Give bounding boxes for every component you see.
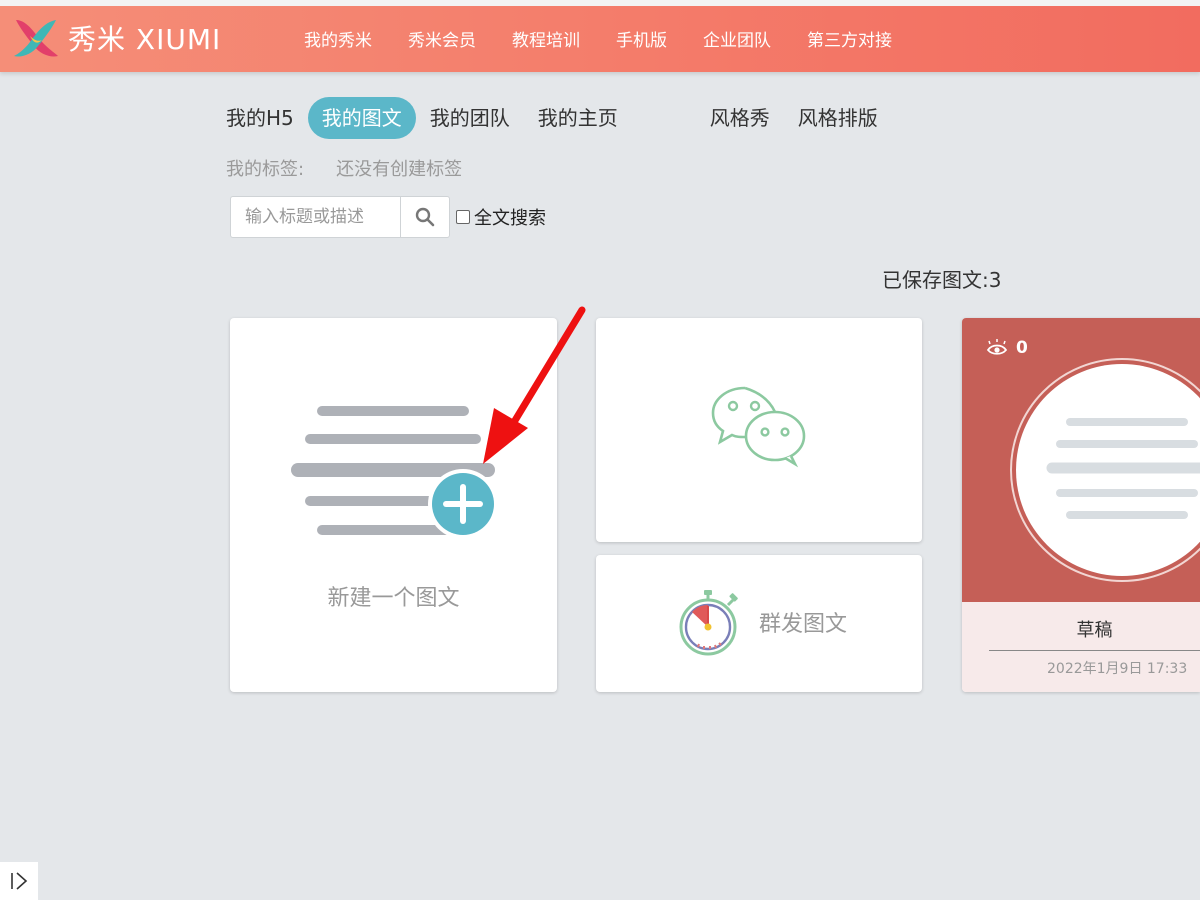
draft-title: 草稿 [989,616,1200,651]
search-button[interactable] [400,196,450,238]
draft-cover-icon [1010,358,1200,582]
draft-info: 草稿 2022年1月9日 17:33 [962,602,1200,692]
tab-style-layout[interactable]: 风格排版 [784,97,892,139]
wechat-card[interactable] [596,318,922,542]
nav-enterprise[interactable]: 企业团队 [703,26,771,51]
fulltext-label: 全文搜索 [474,208,546,229]
draft-cover: 0 [962,318,1200,602]
content-tabs: 我的H5 我的图文 我的团队 我的主页 风格秀 风格排版 [226,97,892,139]
search-icon [415,207,435,227]
search-bar: 全文搜索 [230,196,546,238]
nav-my-xiumi[interactable]: 我的秀米 [304,26,372,51]
sidebar-toggle-button[interactable] [0,862,38,900]
tab-my-h5[interactable]: 我的H5 [226,97,308,139]
logo[interactable]: 秀米 XIUMI [10,14,221,62]
xiumi-logo-icon [14,20,58,57]
stopwatch-icon [679,590,738,656]
top-header: 秀米 XIUMI 我的秀米 秀米会员 教程培训 手机版 企业团队 第三方对接 [0,0,1200,72]
logo-text: 秀米 XIUMI [68,23,222,56]
wechat-icon [711,386,806,468]
tags-label: 我的标签: [226,159,305,180]
new-document-icon [291,406,498,539]
main-nav: 我的秀米 秀米会员 教程培训 手机版 企业团队 第三方对接 [304,26,892,51]
mass-send-card[interactable]: 群发图文 [596,555,922,692]
new-article-label: 新建一个图文 [327,586,460,611]
nav-third-party[interactable]: 第三方对接 [807,26,892,51]
saved-count: 已保存图文:3 [882,268,1002,292]
mass-send-label: 群发图文 [759,612,848,637]
draft-article-card[interactable]: 0 草稿 2022年1月9日 17:33 [962,318,1200,692]
tags-empty-text: 还没有创建标签 [336,159,463,180]
tab-my-homepage[interactable]: 我的主页 [524,97,632,139]
fulltext-checkbox[interactable] [456,210,470,224]
tab-my-articles[interactable]: 我的图文 [307,97,416,139]
header-top-strip [0,0,1200,6]
new-article-card[interactable]: 新建一个图文 [230,318,557,692]
nav-mobile[interactable]: 手机版 [616,26,667,51]
nav-tutorials[interactable]: 教程培训 [512,26,580,51]
fulltext-search-option[interactable]: 全文搜索 [456,204,546,230]
tab-style-show[interactable]: 风格秀 [696,97,784,139]
nav-membership[interactable]: 秀米会员 [408,26,476,51]
tab-my-team[interactable]: 我的团队 [416,97,524,139]
search-input[interactable] [230,196,400,238]
tags-row: 我的标签: 还没有创建标签 [226,155,462,181]
draft-date: 2022年1月9日 17:33 [1047,661,1188,677]
expand-sidebar-icon [11,872,28,890]
